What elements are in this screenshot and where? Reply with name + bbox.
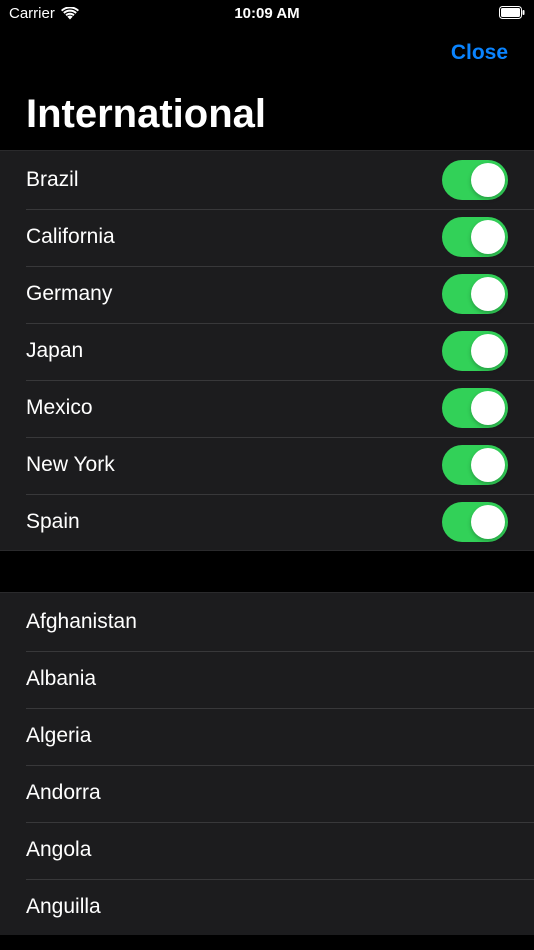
- list-item[interactable]: Andorra: [0, 764, 534, 821]
- switch-knob: [471, 163, 505, 197]
- switch-knob: [471, 220, 505, 254]
- toggle-switch-germany[interactable]: [442, 274, 508, 314]
- toggle-row-california: California: [0, 208, 534, 265]
- status-time: 10:09 AM: [234, 5, 300, 22]
- list-item[interactable]: Albania: [0, 650, 534, 707]
- list-item[interactable]: Angola: [0, 821, 534, 878]
- country-list: Afghanistan Albania Algeria Andorra Ango…: [0, 592, 534, 935]
- battery-icon: [499, 6, 525, 19]
- toggle-row-brazil: Brazil: [0, 151, 534, 208]
- switch-knob: [471, 448, 505, 482]
- toggle-switch-spain[interactable]: [442, 502, 508, 542]
- list-item-label: Anguilla: [26, 895, 101, 918]
- toggle-row-label: California: [26, 225, 115, 248]
- list-item-label: Albania: [26, 667, 97, 690]
- toggle-row-mexico: Mexico: [0, 379, 534, 436]
- toggle-switch-california[interactable]: [442, 217, 508, 257]
- switch-knob: [471, 277, 505, 311]
- toggle-row-germany: Germany: [0, 265, 534, 322]
- toggle-switch-new-york[interactable]: [442, 445, 508, 485]
- toggle-row-label: Brazil: [26, 168, 79, 191]
- list-item[interactable]: Anguilla: [0, 878, 534, 935]
- switch-knob: [471, 505, 505, 539]
- region-toggle-list: Brazil California Germany Japan Mexico N…: [0, 150, 534, 551]
- toggle-row-label: New York: [26, 453, 115, 476]
- list-item-label: Afghanistan: [26, 610, 137, 633]
- status-bar: Carrier 10:09 AM: [0, 0, 534, 28]
- toggle-row-label: Germany: [26, 282, 113, 305]
- toggle-row-japan: Japan: [0, 322, 534, 379]
- toggle-row-spain: Spain: [0, 493, 534, 550]
- toggle-switch-japan[interactable]: [442, 331, 508, 371]
- list-item[interactable]: Algeria: [0, 707, 534, 764]
- list-item-label: Angola: [26, 838, 92, 861]
- list-item-label: Algeria: [26, 724, 92, 747]
- toggle-row-label: Japan: [26, 339, 84, 362]
- toggle-switch-mexico[interactable]: [442, 388, 508, 428]
- toggle-row-new-york: New York: [0, 436, 534, 493]
- toggle-switch-brazil[interactable]: [442, 160, 508, 200]
- page-title: International: [26, 92, 267, 136]
- toggle-row-label: Mexico: [26, 396, 93, 419]
- list-item[interactable]: Afghanistan: [0, 593, 534, 650]
- list-item-label: Andorra: [26, 781, 101, 804]
- toggle-row-label: Spain: [26, 510, 80, 533]
- close-button[interactable]: Close: [451, 41, 508, 65]
- switch-knob: [471, 334, 505, 368]
- switch-knob: [471, 391, 505, 425]
